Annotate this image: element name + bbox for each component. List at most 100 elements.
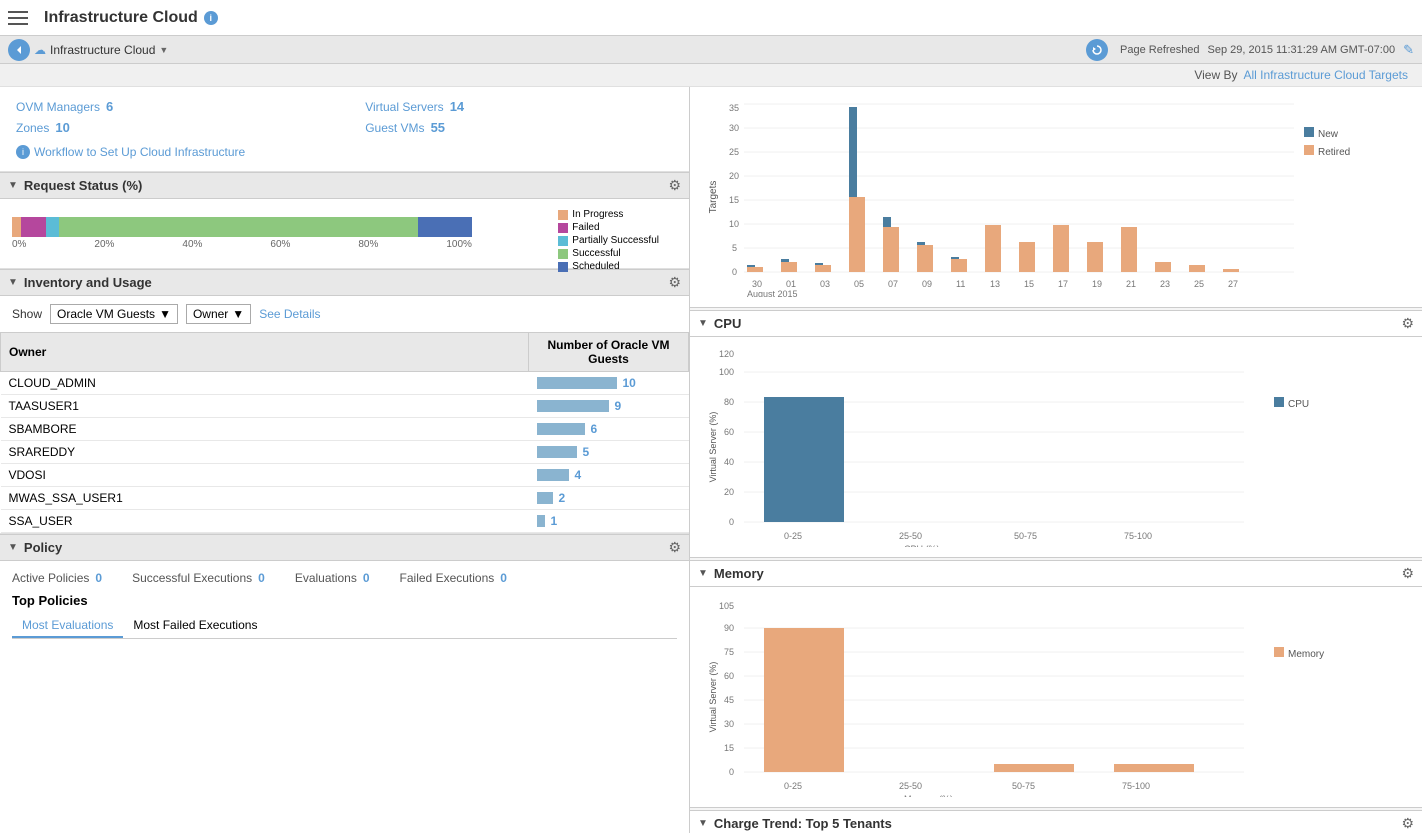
svg-text:August 2015: August 2015 xyxy=(747,289,798,297)
memory-chart-area: Virtual Server (%) 0 15 30 45 60 75 90 1… xyxy=(690,587,1422,807)
legend-successful: Successful xyxy=(558,248,659,259)
memory-chart-header: ▼ Memory ⚙ xyxy=(690,560,1422,587)
edit-icon[interactable]: ✎ xyxy=(1403,42,1414,58)
view-by-label: View By xyxy=(1194,68,1237,82)
policy-tab[interactable]: Most Failed Executions xyxy=(123,614,267,638)
table-row: CLOUD_ADMIN 10 xyxy=(1,372,689,395)
svg-text:20: 20 xyxy=(729,171,739,181)
svg-text:11: 11 xyxy=(956,279,965,289)
group-by-arrow-icon: ▼ xyxy=(232,307,244,321)
svg-text:07: 07 xyxy=(888,279,898,289)
svg-text:0: 0 xyxy=(732,267,737,277)
evaluations-value[interactable]: 0 xyxy=(363,571,370,585)
right-panel: Targets 0 5 10 15 20 25 30 35 xyxy=(690,87,1422,833)
svg-text:0-25: 0-25 xyxy=(784,781,802,791)
svg-text:Targets: Targets xyxy=(708,181,719,214)
charge-trend-collapse-icon[interactable]: ▼ xyxy=(698,818,708,829)
hamburger-button[interactable] xyxy=(8,4,36,32)
owner-cell: SBAMBORE xyxy=(1,418,529,441)
owner-cell: MWAS_SSA_USER1 xyxy=(1,487,529,510)
evaluations-stat: Evaluations 0 xyxy=(295,571,370,585)
info-icon[interactable]: i xyxy=(204,11,218,25)
svg-text:50-75: 50-75 xyxy=(1014,531,1037,541)
owner-cell: TAASUSER1 xyxy=(1,395,529,418)
collapse-arrow-icon[interactable]: ▼ xyxy=(8,180,18,191)
bar-labels: 0% 20% 40% 60% 80% 100% xyxy=(12,239,472,250)
successful-exec-label: Successful Executions xyxy=(132,571,252,585)
failed-exec-value[interactable]: 0 xyxy=(500,571,507,585)
cpu-chart-title: ▼ CPU xyxy=(698,316,1401,331)
successful-exec-value[interactable]: 0 xyxy=(258,571,265,585)
cpu-chart-svg: Virtual Server (%) 0 20 40 60 80 100 120 xyxy=(704,347,1344,547)
memory-chart-svg: Virtual Server (%) 0 15 30 45 60 75 90 1… xyxy=(704,597,1344,797)
workflow-link[interactable]: i Workflow to Set Up Cloud Infrastructur… xyxy=(16,145,245,159)
svg-text:19: 19 xyxy=(1092,279,1102,289)
show-select[interactable]: Oracle VM Guests ▼ xyxy=(50,304,178,324)
see-details-link[interactable]: See Details xyxy=(259,307,320,321)
policy-tab[interactable]: Most Evaluations xyxy=(12,614,123,638)
virtual-servers-value[interactable]: 14 xyxy=(450,99,464,114)
bar-segment-failed xyxy=(21,217,46,237)
inventory-gear-icon[interactable]: ⚙ xyxy=(668,274,681,291)
ovm-managers-label: OVM Managers xyxy=(16,100,100,114)
svg-text:45: 45 xyxy=(724,695,734,705)
charge-trend-gear-icon[interactable]: ⚙ xyxy=(1401,815,1414,832)
group-by-select[interactable]: Owner ▼ xyxy=(186,304,251,324)
toolbar: ☁ Infrastructure Cloud ▼ Page Refreshed … xyxy=(0,36,1422,64)
table-row: SRAREDDY 5 xyxy=(1,441,689,464)
svg-text:Retired: Retired xyxy=(1318,147,1350,158)
svg-text:Virtual Server (%): Virtual Server (%) xyxy=(708,412,718,483)
cpu-collapse-icon[interactable]: ▼ xyxy=(698,318,708,329)
zones-value[interactable]: 10 xyxy=(55,120,69,135)
request-status-title: ▼ Request Status (%) xyxy=(8,178,668,193)
svg-text:25-50: 25-50 xyxy=(899,781,922,791)
svg-text:30: 30 xyxy=(724,719,734,729)
inventory-controls: Show Oracle VM Guests ▼ Owner ▼ See Deta… xyxy=(0,296,689,332)
inventory-table: Owner Number of Oracle VM Guests CLOUD_A… xyxy=(0,332,689,533)
workflow-info-icon: i xyxy=(16,145,30,159)
active-policies-value[interactable]: 0 xyxy=(95,571,102,585)
targets-chart-area: Targets 0 5 10 15 20 25 30 35 xyxy=(690,87,1422,307)
policy-collapse-icon[interactable]: ▼ xyxy=(8,542,18,553)
guest-vms-value[interactable]: 55 xyxy=(431,120,445,135)
svg-text:80: 80 xyxy=(724,397,734,407)
view-by-value[interactable]: All Infrastructure Cloud Targets xyxy=(1243,68,1408,82)
policy-gear-icon[interactable]: ⚙ xyxy=(668,539,681,556)
request-status-legend: In Progress Failed Partially Successful … xyxy=(558,209,659,274)
table-row: MWAS_SSA_USER1 2 xyxy=(1,487,689,510)
svg-text:25: 25 xyxy=(729,147,739,157)
memory-collapse-icon[interactable]: ▼ xyxy=(698,568,708,579)
owner-cell: SSA_USER xyxy=(1,510,529,533)
refresh-button[interactable] xyxy=(1086,39,1108,61)
table-row: VDOSI 4 xyxy=(1,464,689,487)
legend-partially-successful: Partially Successful xyxy=(558,235,659,246)
svg-text:25-50: 25-50 xyxy=(899,531,922,541)
ovm-managers-value[interactable]: 6 xyxy=(106,99,113,114)
table-row: TAASUSER1 9 xyxy=(1,395,689,418)
col-owner-header: Owner xyxy=(1,333,529,372)
cloud-icon: ☁ xyxy=(34,43,46,57)
dropdown-arrow-icon: ▼ xyxy=(159,45,168,55)
left-panel: OVM Managers 6 Zones 10 i Workflow to Se… xyxy=(0,87,690,833)
breadcrumb[interactable]: ☁ Infrastructure Cloud ▼ xyxy=(34,43,168,57)
svg-text:20: 20 xyxy=(724,487,734,497)
bar-segment-in-progress xyxy=(12,217,21,237)
request-status-gear-icon[interactable]: ⚙ xyxy=(668,177,681,194)
legend-scheduled: Scheduled xyxy=(558,261,659,272)
evaluations-label: Evaluations xyxy=(295,571,357,585)
owner-cell: CLOUD_ADMIN xyxy=(1,372,529,395)
cpu-gear-icon[interactable]: ⚙ xyxy=(1401,315,1414,332)
stacked-bar xyxy=(12,217,472,237)
targets-chart-section: Targets 0 5 10 15 20 25 30 35 xyxy=(690,87,1422,308)
table-row: SBAMBORE 6 xyxy=(1,418,689,441)
charge-trend-title: ▼ Charge Trend: Top 5 Tenants xyxy=(698,816,1401,831)
page-title: Infrastructure Cloud i xyxy=(44,9,218,27)
nav-button[interactable] xyxy=(8,39,30,61)
svg-text:15: 15 xyxy=(724,743,734,753)
svg-text:40: 40 xyxy=(724,457,734,467)
svg-text:CPU: CPU xyxy=(1288,399,1309,410)
svg-text:90: 90 xyxy=(724,623,734,633)
main-container: OVM Managers 6 Zones 10 i Workflow to Se… xyxy=(0,87,1422,833)
inventory-collapse-icon[interactable]: ▼ xyxy=(8,277,18,288)
memory-gear-icon[interactable]: ⚙ xyxy=(1401,565,1414,582)
